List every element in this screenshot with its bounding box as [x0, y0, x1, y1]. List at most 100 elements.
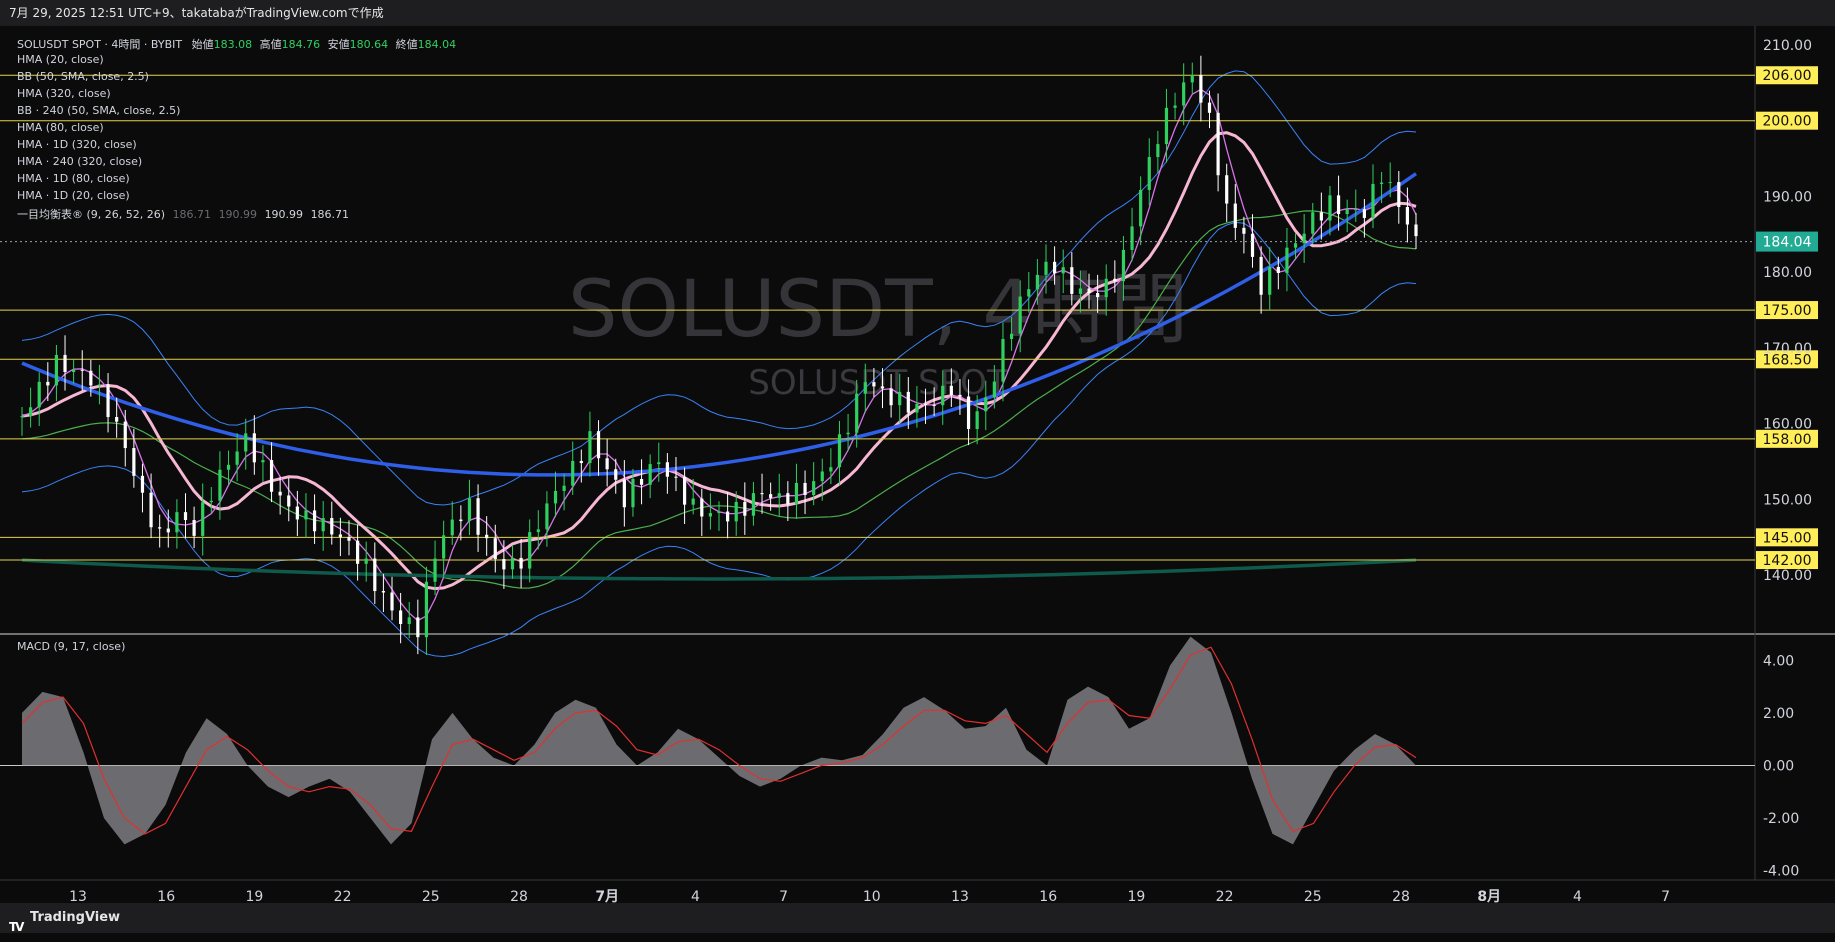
candle-body[interactable] [1414, 224, 1418, 237]
candle-body[interactable] [631, 478, 635, 508]
candle-body[interactable] [1371, 183, 1375, 218]
candle-body[interactable] [717, 511, 721, 514]
candle-body[interactable] [183, 512, 188, 521]
candle-body[interactable] [562, 485, 566, 491]
candle-body[interactable] [812, 481, 816, 495]
candle-body[interactable] [889, 388, 893, 406]
candle-body[interactable] [639, 478, 644, 485]
candle-body[interactable] [1087, 288, 1091, 294]
candle-body[interactable] [97, 384, 102, 386]
candle-body[interactable] [1285, 247, 1289, 273]
candle-body[interactable] [1147, 157, 1151, 190]
legend-indicator[interactable]: BB · 240 (50, SMA, close, 2.5) [17, 104, 180, 117]
legend-indicator[interactable]: HMA · 1D (320, close) [17, 138, 137, 151]
candle-body[interactable] [115, 417, 119, 422]
candle-body[interactable] [355, 540, 360, 564]
candle-body[interactable] [201, 502, 205, 536]
candle-body[interactable] [252, 433, 256, 463]
candle-body[interactable] [433, 558, 437, 582]
candle-body[interactable] [975, 411, 979, 429]
candle-body[interactable] [330, 518, 334, 535]
candle-body[interactable] [648, 464, 652, 485]
candle-body[interactable] [1104, 278, 1108, 298]
candle-body[interactable] [450, 519, 454, 536]
candle-body[interactable] [1336, 195, 1341, 215]
candle-body[interactable] [278, 491, 282, 496]
candle-body[interactable] [923, 403, 928, 405]
candle-body[interactable] [734, 501, 738, 522]
candle-body[interactable] [1156, 144, 1160, 158]
candle-body[interactable] [235, 451, 239, 465]
candle-body[interactable] [1362, 209, 1366, 218]
candle-body[interactable] [1139, 189, 1143, 227]
candle-body[interactable] [571, 460, 575, 486]
candle-body[interactable] [536, 529, 540, 533]
candle-body[interactable] [390, 592, 394, 611]
candle-body[interactable] [579, 460, 583, 464]
legend-indicator[interactable]: HMA (320, close) [17, 87, 111, 100]
candle-body[interactable] [1354, 209, 1358, 211]
candle-body[interactable] [1397, 182, 1401, 208]
legend-symbol[interactable]: SOLUSDT SPOT · 4時間 · BYBIT [17, 38, 182, 51]
candle-body[interactable] [1199, 74, 1203, 103]
candle-body[interactable] [1379, 182, 1384, 184]
candle-body[interactable] [1250, 233, 1255, 257]
candle-body[interactable] [1242, 227, 1246, 234]
candle-body[interactable] [140, 475, 145, 493]
candle-body[interactable] [502, 559, 506, 570]
candle-body[interactable] [674, 476, 678, 478]
macd-legend[interactable]: MACD (9, 17, close) [17, 640, 125, 653]
candle-body[interactable] [459, 519, 463, 522]
candle-body[interactable] [855, 393, 859, 433]
candle-body[interactable] [364, 558, 368, 564]
candle-body[interactable] [700, 498, 704, 517]
legend-indicator[interactable]: HMA · 1D (20, close) [17, 189, 130, 202]
candle-body[interactable] [269, 460, 274, 492]
candle-body[interactable] [1319, 212, 1323, 221]
legend-ichimoku-row[interactable]: 一目均衡表® (9, 26, 52, 26) 186.71 190.99 190… [17, 206, 349, 222]
candle-body[interactable] [958, 394, 962, 397]
candle-body[interactable] [476, 498, 480, 535]
candle-body[interactable] [898, 391, 902, 406]
candle-body[interactable] [614, 469, 618, 480]
candle-body[interactable] [312, 510, 317, 532]
candle-body[interactable] [1130, 226, 1134, 250]
candle-body[interactable] [1216, 112, 1220, 176]
candle-body[interactable] [726, 511, 730, 522]
candle-body[interactable] [166, 528, 170, 533]
tradingview-logo-icon[interactable]: TV [9, 912, 25, 942]
candle-body[interactable] [992, 381, 996, 398]
candle-body[interactable] [149, 492, 153, 528]
candle-body[interactable] [588, 431, 592, 464]
candle-body[interactable] [769, 494, 773, 498]
candle-body[interactable] [407, 617, 411, 624]
candle-body[interactable] [287, 495, 291, 507]
candle-body[interactable] [1259, 256, 1263, 295]
candle-body[interactable] [777, 493, 781, 498]
candle-body[interactable] [1311, 212, 1315, 234]
candle-body[interactable] [1268, 266, 1272, 295]
candle-body[interactable] [519, 557, 523, 569]
candle-body[interactable] [932, 404, 936, 406]
candle-body[interactable] [794, 482, 799, 505]
candle-body[interactable] [605, 458, 609, 470]
candle-body[interactable] [820, 471, 824, 482]
candle-body[interactable] [1035, 274, 1039, 290]
candle-body[interactable] [1009, 333, 1014, 339]
candle-body[interactable] [89, 370, 93, 386]
candle-body[interactable] [442, 535, 446, 559]
candle-body[interactable] [226, 464, 231, 470]
candle-body[interactable] [1001, 338, 1005, 382]
candle-body[interactable] [1233, 203, 1237, 228]
candle-body[interactable] [691, 498, 695, 505]
candle-body[interactable] [261, 460, 265, 463]
candle-body[interactable] [295, 506, 299, 520]
candle-body[interactable] [510, 557, 515, 570]
candle-body[interactable] [29, 407, 33, 417]
candle-body[interactable] [1018, 296, 1022, 334]
candle-body[interactable] [158, 527, 162, 529]
candle-body[interactable] [1027, 289, 1031, 297]
legend-indicator[interactable]: BB (50, SMA, close, 2.5) [17, 70, 149, 83]
candle-body[interactable] [743, 501, 747, 516]
candle-body[interactable] [941, 385, 945, 406]
